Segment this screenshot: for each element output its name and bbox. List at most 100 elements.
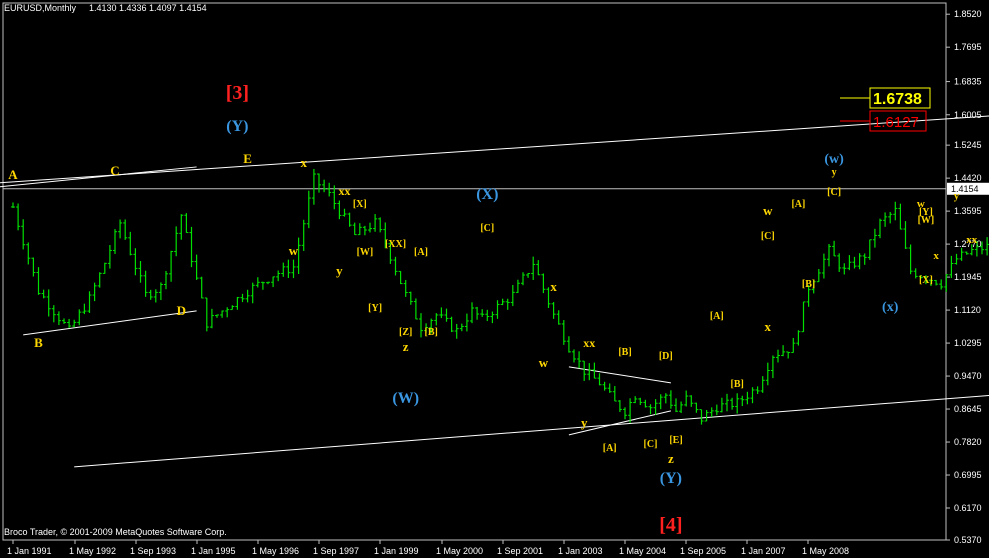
price-bar: [189, 226, 194, 268]
price-bar: [199, 276, 204, 299]
price-bar: [184, 213, 189, 234]
price-bar: [521, 272, 525, 286]
x-tick-label: 1 May 2004: [619, 546, 666, 556]
price-bar: [719, 397, 724, 413]
price-bar: [398, 270, 403, 285]
price-bar: [281, 262, 286, 277]
price-bar: [684, 390, 689, 407]
price-bar: [872, 228, 877, 248]
price-bar: [587, 363, 592, 381]
price-bar: [577, 351, 582, 369]
price-mark-label: 1.6127: [873, 114, 919, 131]
chart-ohlc: 1.4130 1.4336 1.4097 1.4154: [89, 3, 207, 13]
price-bar: [133, 248, 138, 276]
price-bar: [87, 291, 92, 313]
price-bar: [638, 397, 643, 406]
trendline: [74, 394, 989, 468]
price-bar: [842, 263, 847, 275]
price-bar: [566, 336, 571, 353]
price-bar: [597, 373, 602, 386]
price-bar: [561, 320, 566, 345]
price-bar: [888, 211, 893, 224]
x-tick-label: 1 May 2000: [436, 546, 483, 556]
y-tick-label: 1.1120: [954, 305, 981, 315]
wave-label: x: [300, 155, 307, 170]
x-tick-label: 1 Jan 1991: [7, 546, 52, 556]
price-bar: [291, 259, 296, 279]
price-bar: [138, 260, 143, 283]
price-bar: [827, 243, 831, 267]
price-bar: [893, 201, 898, 221]
wave-label: x: [765, 319, 772, 334]
trendline: [0, 166, 197, 188]
price-bar: [107, 245, 112, 269]
x-tick-label: 1 May 1996: [252, 546, 299, 556]
y-tick-label: 1.7695: [954, 42, 982, 52]
price-bar: [260, 281, 265, 290]
wave-label: w: [763, 203, 773, 218]
price-bar: [419, 313, 423, 338]
x-tick-label: 1 Jan 2007: [741, 546, 786, 556]
wave-label: [X]: [919, 275, 933, 286]
price-chart[interactable]: 1.85201.76951.68351.60051.52451.44201.35…: [0, 0, 989, 558]
price-bar: [633, 396, 638, 404]
price-bar: [393, 256, 398, 276]
wave-label: z: [403, 339, 409, 354]
x-tick-label: 1 Sep 2001: [497, 546, 543, 556]
price-bar: [515, 279, 520, 294]
price-bar: [755, 386, 760, 394]
y-tick-label: 1.4420: [954, 173, 982, 183]
price-bar: [225, 307, 230, 318]
x-tick-label: 1 Sep 2005: [680, 546, 726, 556]
price-bar: [266, 281, 270, 285]
wave-label: [A]: [414, 247, 428, 258]
price-bar: [796, 330, 801, 346]
wave-label: (X): [476, 186, 498, 203]
price-bar: [368, 222, 372, 233]
price-bar: [77, 309, 82, 326]
wave-label: (w): [824, 152, 844, 167]
price-bar: [128, 231, 133, 256]
wave-label: [D]: [659, 351, 673, 362]
price-bar: [434, 313, 439, 326]
price-bar: [709, 407, 714, 417]
price-bar: [373, 214, 378, 232]
price-bar: [643, 399, 648, 408]
y-tick-label: 0.5370: [954, 535, 982, 545]
price-bar: [72, 319, 77, 328]
price-bar: [551, 302, 556, 319]
price-bar: [541, 273, 546, 294]
y-tick-label: 1.0295: [954, 338, 982, 348]
chart-window: 1.8520 1.7695 1.6835 1.6005 1.5245 1.4420 1.35…: [0, 0, 989, 558]
price-bar: [204, 297, 209, 332]
x-tick-label: 1 May 1992: [69, 546, 116, 556]
wave-label: [3]: [226, 82, 249, 104]
wave-label: [C]: [761, 231, 775, 242]
price-bar: [801, 301, 806, 333]
price-bar: [760, 376, 765, 393]
price-bar: [271, 276, 276, 288]
wave-label: [XX]: [385, 239, 406, 250]
wave-label: (x): [882, 300, 899, 315]
wave-label: y: [336, 263, 343, 278]
price-bar: [852, 256, 857, 269]
wave-label: [B]: [731, 379, 744, 390]
price-bar: [97, 272, 102, 288]
y-tick-label: 0.7820: [954, 437, 982, 447]
y-tick-label: 1.1945: [954, 272, 982, 282]
price-bar: [689, 395, 694, 407]
price-bar: [668, 390, 673, 409]
price-bar: [607, 383, 612, 393]
wave-label: [W]: [357, 247, 374, 258]
price-bar: [653, 399, 658, 415]
price-bar: [531, 256, 536, 280]
price-bar: [679, 401, 684, 414]
price-bar: [174, 226, 179, 257]
price-bar: [821, 253, 826, 279]
y-tick-label: 1.8520: [954, 9, 982, 19]
wave-label: (W): [392, 390, 419, 407]
price-bar: [536, 260, 541, 276]
price-bar: [745, 391, 750, 405]
price-bar: [11, 202, 15, 208]
y-tick-label: 1.6835: [954, 77, 982, 87]
